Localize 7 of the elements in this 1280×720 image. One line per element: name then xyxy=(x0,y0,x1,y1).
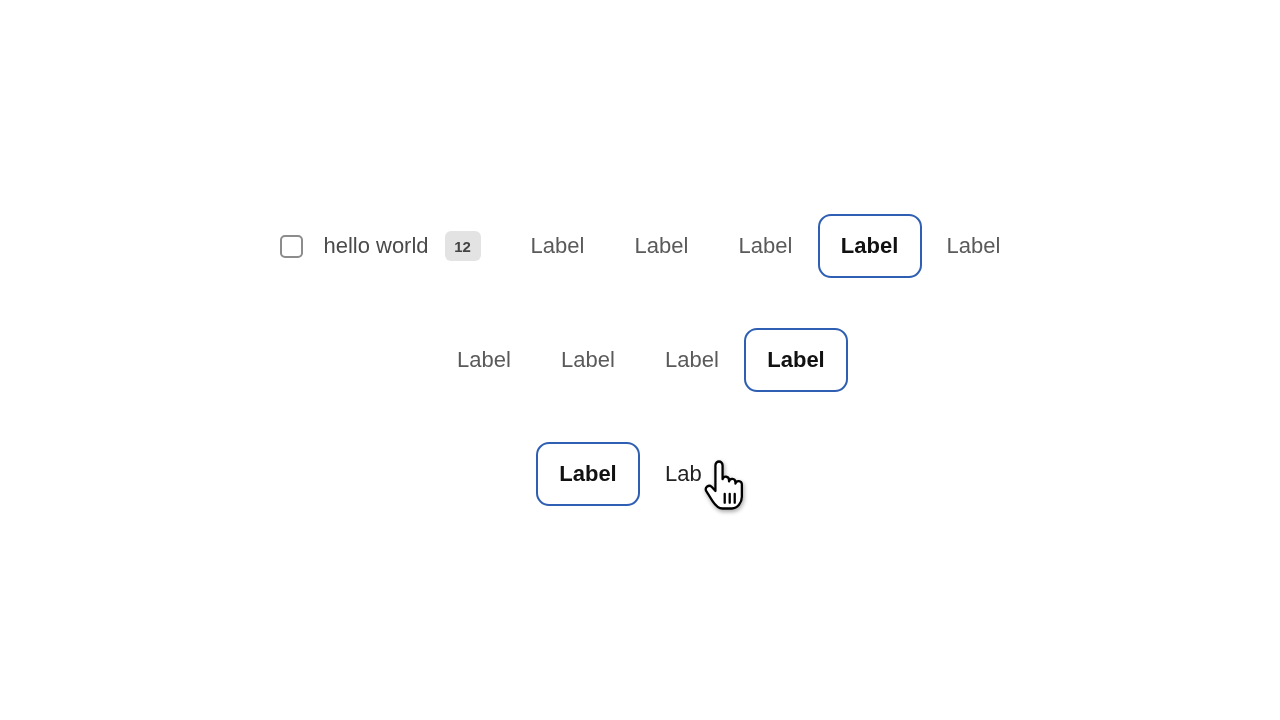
option-tab[interactable]: Label xyxy=(744,328,848,392)
checkbox-label: hello world xyxy=(323,233,429,259)
option-tab[interactable]: Label xyxy=(817,214,922,278)
checkbox[interactable] xyxy=(280,234,304,258)
hand-pointer-icon xyxy=(704,460,744,510)
count-badge: 12 xyxy=(444,231,481,261)
option-tab[interactable]: Label xyxy=(536,442,640,506)
